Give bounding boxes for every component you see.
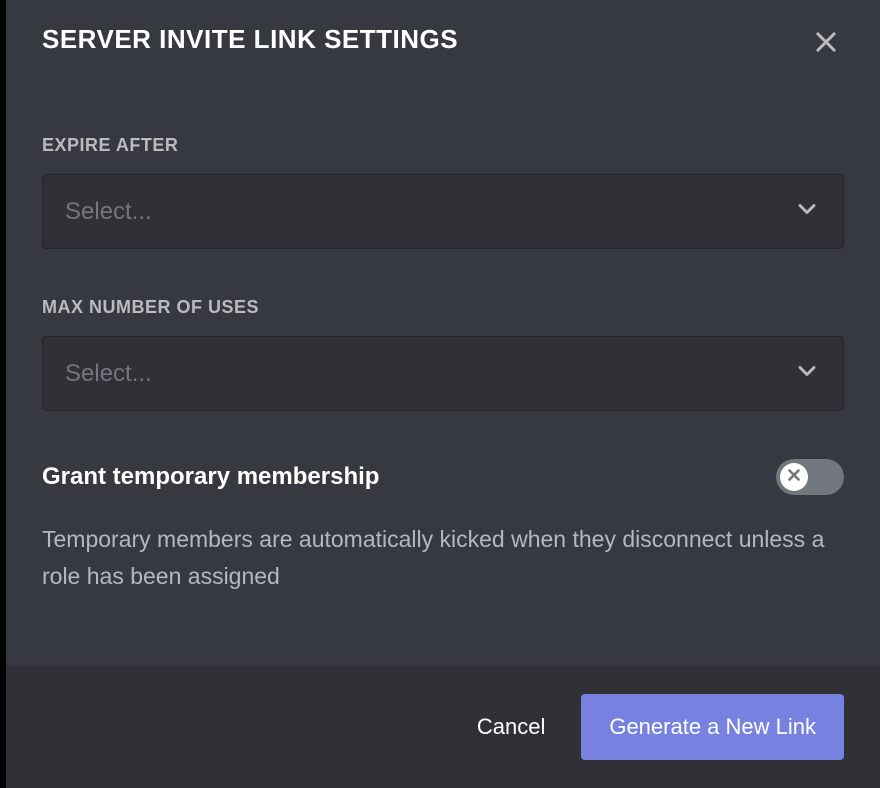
temporary-membership-description: Temporary members are automatically kick… (42, 521, 844, 595)
max-uses-field: MAX NUMBER OF USES Select... (42, 297, 844, 411)
x-icon (785, 466, 803, 489)
expire-after-placeholder: Select... (65, 198, 152, 226)
chevron-down-icon (793, 195, 821, 228)
expire-after-label: EXPIRE AFTER (42, 135, 844, 156)
close-icon (812, 28, 840, 59)
expire-after-select[interactable]: Select... (42, 174, 844, 249)
expire-after-field: EXPIRE AFTER Select... (42, 135, 844, 249)
temporary-membership-row: Grant temporary membership (42, 459, 844, 495)
max-uses-select[interactable]: Select... (42, 336, 844, 411)
max-uses-label: MAX NUMBER OF USES (42, 297, 844, 318)
invite-link-settings-modal: SERVER INVITE LINK SETTINGS EXPIRE AFTER… (0, 0, 880, 788)
modal-body: EXPIRE AFTER Select... MAX NUMBER OF USE… (6, 135, 880, 666)
modal-title: SERVER INVITE LINK SETTINGS (42, 24, 458, 55)
close-button[interactable] (808, 24, 844, 63)
modal-footer: Cancel Generate a New Link (6, 666, 880, 788)
chevron-down-icon (793, 357, 821, 390)
toggle-thumb (780, 463, 808, 491)
temporary-membership-label: Grant temporary membership (42, 463, 379, 491)
cancel-button[interactable]: Cancel (477, 714, 545, 740)
max-uses-placeholder: Select... (65, 360, 152, 388)
modal-header: SERVER INVITE LINK SETTINGS (6, 0, 880, 63)
temporary-membership-toggle[interactable] (776, 459, 844, 495)
generate-link-button[interactable]: Generate a New Link (581, 694, 844, 760)
